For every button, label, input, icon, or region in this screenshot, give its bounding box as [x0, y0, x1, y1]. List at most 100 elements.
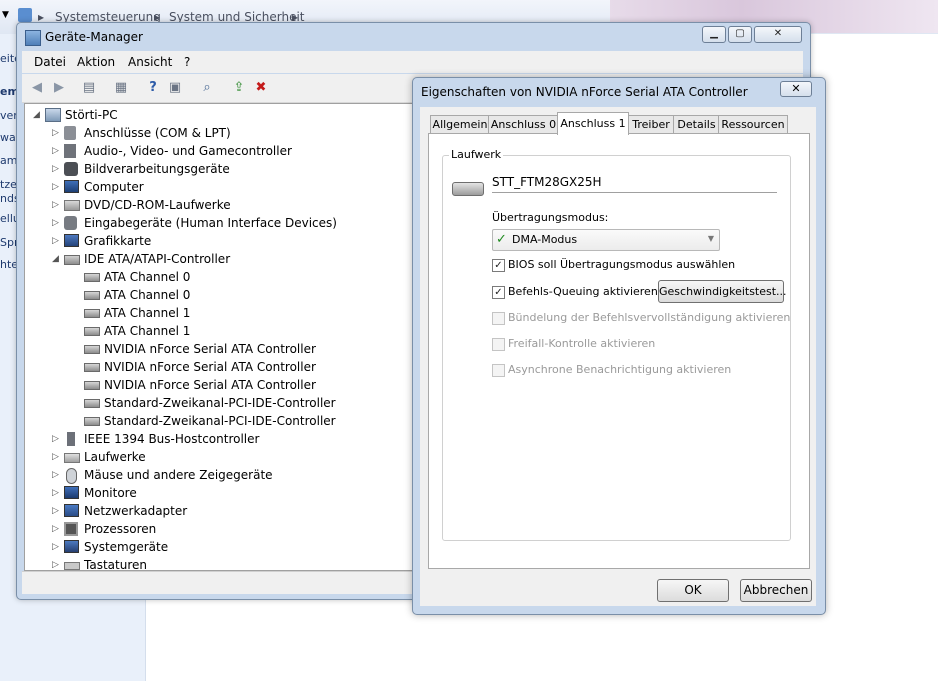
- transfer-mode-value: DMA-Modus: [512, 233, 578, 246]
- update-driver-icon: ⇪: [233, 80, 245, 95]
- expand-arrow-icon[interactable]: ▷: [52, 502, 62, 520]
- forward-button[interactable]: ▶: [50, 79, 68, 97]
- properties-toolbar-button[interactable]: ▦: [112, 79, 130, 97]
- tree-label: Eingabegeräte (Human Interface Devices): [84, 216, 337, 230]
- sidebar-link[interactable]: war: [0, 131, 16, 144]
- sidebar-link[interactable]: tze: [0, 178, 16, 191]
- display-adapter-icon: [64, 234, 79, 247]
- expand-arrow-icon[interactable]: ▷: [52, 160, 62, 178]
- tree-label: ATA Channel 1: [104, 324, 191, 338]
- uninstall-button[interactable]: ✖: [252, 79, 270, 97]
- checkbox-icon: [492, 364, 505, 377]
- window-title: Geräte-Manager: [45, 30, 143, 44]
- expand-arrow-icon[interactable]: ▷: [52, 232, 62, 250]
- menu-aktion[interactable]: Aktion: [77, 55, 115, 69]
- view-icon: ▣: [168, 80, 182, 95]
- properties-dialog: Eigenschaften von NVIDIA nForce Serial A…: [412, 77, 826, 615]
- nav-dropdown-icon[interactable]: ▼: [2, 10, 9, 20]
- expand-arrow-icon[interactable]: ▷: [52, 538, 62, 556]
- tree-label: Systemgeräte: [84, 540, 169, 554]
- monitor-icon: [64, 486, 79, 499]
- sidebar-link[interactable]: Spr: [0, 236, 16, 249]
- ide-channel-icon: [84, 327, 100, 336]
- expand-arrow-icon[interactable]: ▷: [52, 466, 62, 484]
- collapse-arrow-icon[interactable]: ◢: [52, 250, 62, 268]
- checkbox-label: Asynchrone Benachrichtigung aktivieren: [508, 363, 732, 376]
- help-icon: ?: [149, 80, 157, 95]
- expand-arrow-icon[interactable]: ▷: [52, 520, 62, 538]
- checkbox-label: Freifall-Kontrolle aktivieren: [508, 337, 656, 350]
- sidebar-link[interactable]: ellu: [0, 212, 16, 225]
- expand-arrow-icon[interactable]: ▷: [52, 178, 62, 196]
- tree-label: Standard-Zweikanal-PCI-IDE-Controller: [104, 414, 336, 428]
- uninstall-icon: ✖: [255, 80, 267, 95]
- mouse-icon: [66, 468, 77, 484]
- expand-arrow-icon[interactable]: ▷: [52, 196, 62, 214]
- tab-allgemein[interactable]: Allgemein: [430, 115, 490, 134]
- menu-datei[interactable]: Datei: [34, 55, 66, 69]
- network-adapter-icon: [64, 504, 79, 517]
- menu-ansicht[interactable]: Ansicht: [128, 55, 172, 69]
- update-driver-button[interactable]: ⇪: [230, 79, 248, 97]
- ide-channel-icon: [84, 309, 100, 318]
- speaker-icon: [64, 144, 76, 158]
- tree-label: Mäuse und andere Zeigegeräte: [84, 468, 273, 482]
- checkbox-checked-icon: ✓: [492, 286, 505, 299]
- tree-label: Störti-PC: [65, 108, 118, 122]
- tree-label: Netzwerkadapter: [84, 504, 188, 518]
- speed-test-button[interactable]: Geschwindigkeitstest...: [658, 280, 787, 303]
- tree-label: IEEE 1394 Bus-Hostcontroller: [84, 432, 260, 446]
- sidebar-link[interactable]: ver: [0, 109, 16, 122]
- ide-channel-icon: [84, 399, 100, 408]
- tree-label: Tastaturen: [84, 558, 147, 571]
- back-button[interactable]: ◀: [28, 79, 46, 97]
- tree-label: ATA Channel 1: [104, 306, 191, 320]
- close-button[interactable]: ✕: [754, 26, 802, 43]
- expand-arrow-icon[interactable]: ▷: [52, 556, 62, 570]
- processor-icon: [64, 522, 78, 536]
- scan-hardware-icon: ⌕: [203, 80, 211, 95]
- maximize-button[interactable]: ▢: [728, 26, 752, 43]
- sidebar-link[interactable]: nds: [0, 192, 16, 205]
- sidebar-link[interactable]: am: [0, 154, 16, 167]
- tree-label: NVIDIA nForce Serial ATA Controller: [104, 378, 316, 392]
- tree-label: Monitore: [84, 486, 137, 500]
- scan-hardware-button[interactable]: ⌕: [198, 79, 216, 97]
- tree-label: Computer: [84, 180, 144, 194]
- tab-ressourcen[interactable]: Ressourcen: [718, 115, 788, 134]
- show-hide-tree-button[interactable]: ▤: [80, 79, 98, 97]
- ide-channel-icon: [84, 417, 100, 426]
- sidebar-link[interactable]: eite: [0, 52, 16, 65]
- expand-arrow-icon[interactable]: ▷: [52, 430, 62, 448]
- minimize-button[interactable]: ▁: [702, 26, 726, 43]
- ide-channel-icon: [84, 381, 100, 390]
- chevron-down-icon: ▼: [707, 234, 714, 243]
- transfer-mode-select[interactable]: ✓ DMA-Modus ▼: [492, 229, 720, 251]
- expand-arrow-icon[interactable]: ▷: [52, 214, 62, 232]
- ide-channel-icon: [84, 345, 100, 354]
- drive-name-divider: [492, 192, 777, 193]
- menu-help[interactable]: ?: [184, 55, 190, 69]
- tab-details[interactable]: Details: [673, 115, 720, 134]
- ok-button[interactable]: OK: [657, 579, 729, 602]
- group-label: Laufwerk: [449, 148, 504, 161]
- cancel-button[interactable]: Abbrechen: [740, 579, 812, 602]
- expand-arrow-icon[interactable]: ▷: [52, 124, 62, 142]
- expand-arrow-icon[interactable]: ▷: [52, 484, 62, 502]
- collapse-arrow-icon[interactable]: ◢: [33, 106, 43, 124]
- help-toolbar-button[interactable]: ?: [144, 79, 162, 97]
- expand-arrow-icon[interactable]: ▷: [52, 142, 62, 160]
- back-arrow-icon: ◀: [32, 80, 42, 95]
- tab-treiber[interactable]: Treiber: [627, 115, 675, 134]
- expand-arrow-icon[interactable]: ▷: [52, 448, 62, 466]
- dialog-close-button[interactable]: ✕: [780, 81, 812, 97]
- tab-anschluss-0[interactable]: Anschluss 0: [488, 115, 559, 134]
- tree-label: Laufwerke: [84, 450, 146, 464]
- tree-label: Anschlüsse (COM & LPT): [84, 126, 231, 140]
- sidebar-link[interactable]: hte: [0, 258, 16, 271]
- tab-anschluss-1[interactable]: Anschluss 1: [557, 112, 629, 135]
- view-toolbar-button[interactable]: ▣: [166, 79, 184, 97]
- dialog-title: Eigenschaften von NVIDIA nForce Serial A…: [421, 85, 748, 99]
- ide-channel-icon: [84, 291, 100, 300]
- control-panel-icon: [18, 8, 32, 22]
